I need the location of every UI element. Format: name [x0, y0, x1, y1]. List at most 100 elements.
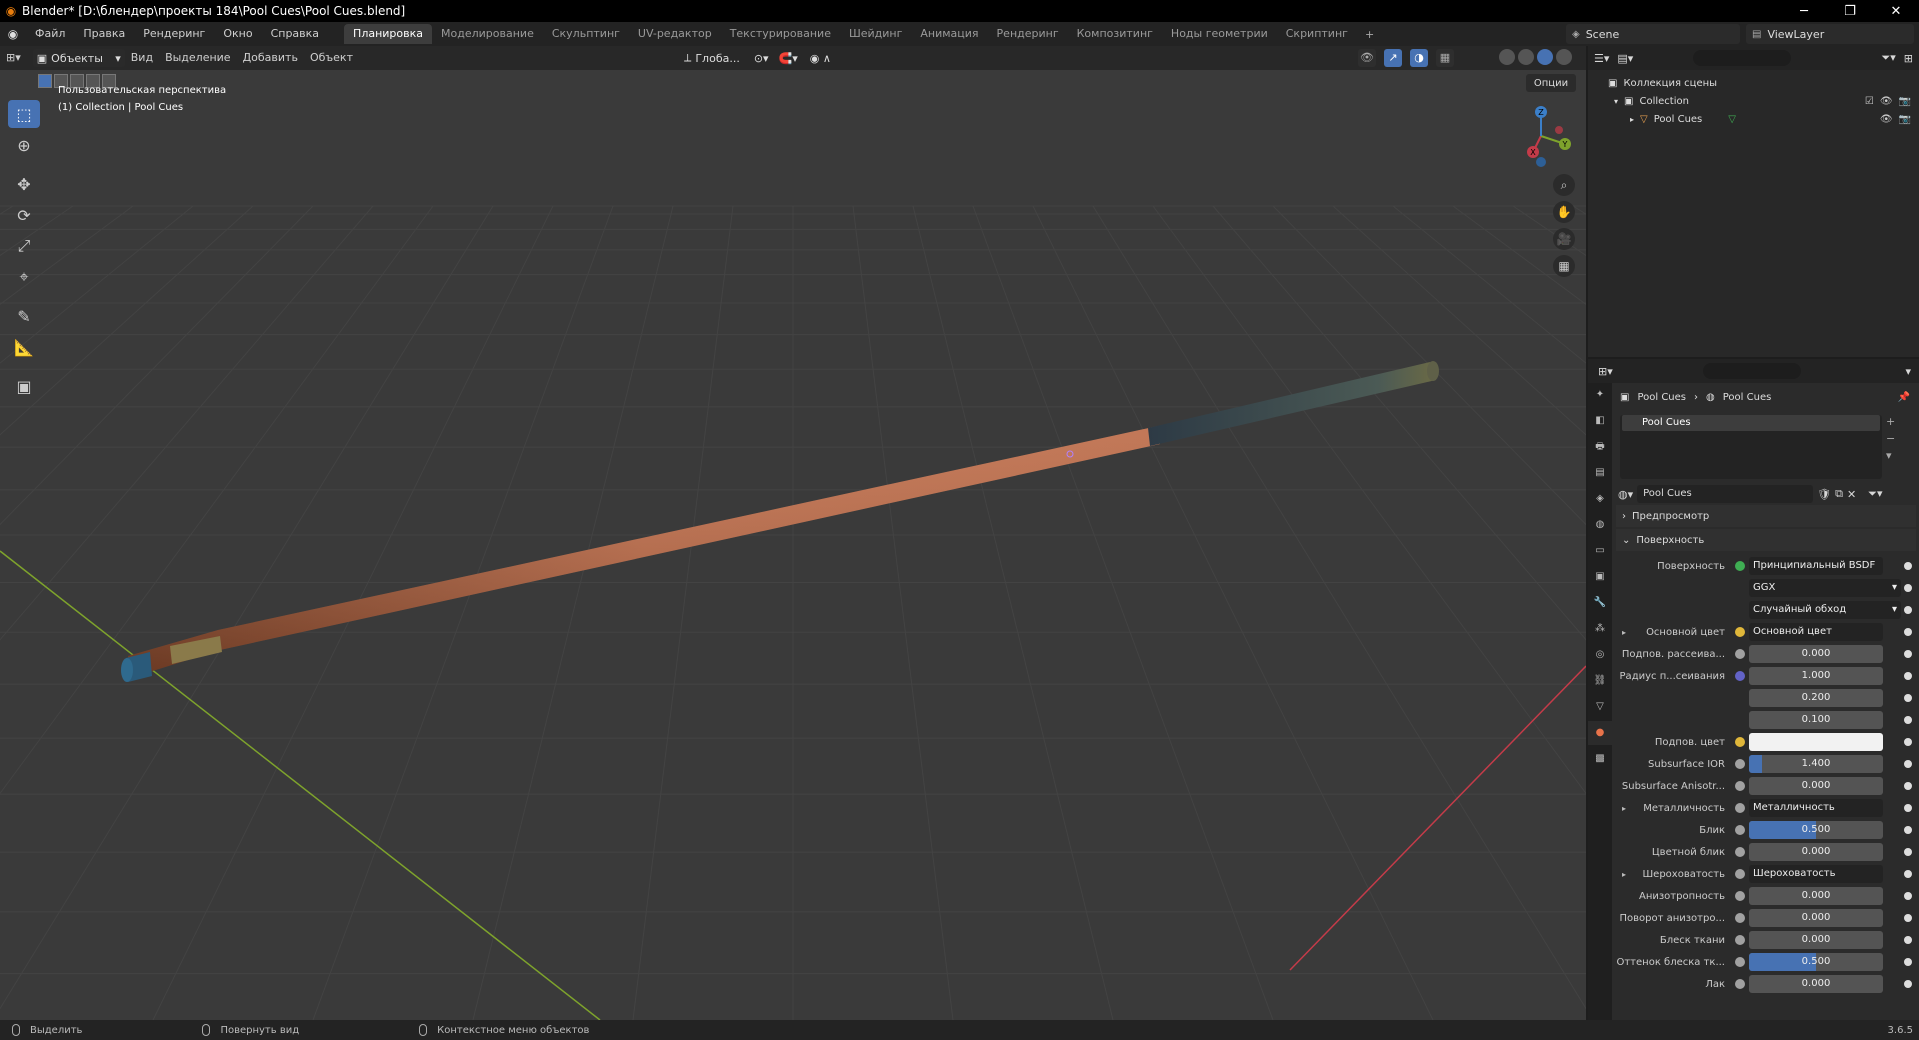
slot-menu-icon[interactable]: ▾: [1886, 449, 1895, 462]
blender-menu-icon[interactable]: ◉: [0, 27, 26, 41]
socket-icon[interactable]: [1735, 891, 1745, 901]
value-field[interactable]: 0.200: [1749, 689, 1883, 707]
keyframe-dot-icon[interactable]: [1904, 848, 1912, 856]
expand-arrow-icon[interactable]: ▾: [1614, 97, 1618, 106]
linked-input-field[interactable]: Основной цвет: [1749, 623, 1883, 641]
scene-collection-row[interactable]: ▣ Коллекция сцены: [1588, 74, 1919, 92]
solid-shading-icon[interactable]: [1518, 49, 1534, 65]
value-field[interactable]: 0.000: [1749, 777, 1883, 795]
select-box-tool-icon[interactable]: ⬚: [8, 100, 40, 128]
visibility-icon[interactable]: 👁: [1358, 49, 1376, 67]
zoom-icon[interactable]: ⌕: [1553, 174, 1575, 196]
collection-tab-icon[interactable]: ▭: [1588, 539, 1612, 563]
maximize-button[interactable]: ❐: [1827, 0, 1873, 22]
menu-window[interactable]: Окно: [214, 22, 261, 46]
add-slot-icon[interactable]: +: [1886, 415, 1895, 428]
socket-icon[interactable]: [1735, 627, 1745, 637]
value-field[interactable]: 0.000: [1749, 843, 1883, 861]
menu-help[interactable]: Справка: [262, 22, 328, 46]
node-link-icon[interactable]: ⏷▾: [1868, 487, 1882, 501]
annotate-tool-icon[interactable]: ✎: [8, 302, 40, 330]
socket-icon[interactable]: [1735, 737, 1745, 747]
value-field[interactable]: 0.000: [1749, 931, 1883, 949]
minimize-button[interactable]: ─: [1781, 0, 1827, 22]
navigation-gizmo[interactable]: X Y Z: [1506, 98, 1576, 168]
select-new-icon[interactable]: [38, 74, 52, 88]
move-tool-icon[interactable]: ✥: [8, 170, 40, 198]
expand-arrow-icon[interactable]: ▸: [1622, 870, 1626, 879]
eye-icon[interactable]: 👁: [1880, 96, 1893, 107]
editor-type-icon[interactable]: ⊞▾: [0, 46, 27, 70]
material-preview-shading-icon[interactable]: [1537, 49, 1553, 65]
socket-icon[interactable]: [1735, 957, 1745, 967]
keyframe-dot-icon[interactable]: [1904, 804, 1912, 812]
material-tab-icon[interactable]: ●: [1588, 721, 1612, 745]
add-cube-tool-icon[interactable]: ▣: [8, 372, 40, 400]
rotate-tool-icon[interactable]: ⟳: [8, 201, 40, 229]
keyframe-dot-icon[interactable]: [1904, 606, 1912, 614]
mesh-data-icon[interactable]: ▽: [1728, 114, 1736, 125]
options-button[interactable]: Опции: [1526, 74, 1576, 92]
transform-tool-icon[interactable]: ⌖: [8, 263, 40, 291]
filter-icon[interactable]: ⏷▾: [1881, 51, 1895, 65]
linked-input-field[interactable]: Металличность: [1749, 799, 1883, 817]
keyframe-dot-icon[interactable]: [1904, 694, 1912, 702]
view-layer-selector[interactable]: ▤ ViewLayer: [1746, 24, 1914, 44]
keyframe-dot-icon[interactable]: [1904, 892, 1912, 900]
display-mode-icon[interactable]: ▤▾: [1617, 52, 1633, 65]
camera-view-icon[interactable]: 🎥: [1553, 228, 1575, 250]
duplicate-material-icon[interactable]: ⧉: [1835, 487, 1843, 501]
properties-editor-type-icon[interactable]: ⊞▾: [1598, 365, 1613, 378]
physics-tab-icon[interactable]: ◎: [1588, 643, 1612, 667]
properties-search-input[interactable]: [1702, 363, 1801, 379]
keyframe-dot-icon[interactable]: [1904, 738, 1912, 746]
wireframe-shading-icon[interactable]: [1499, 49, 1515, 65]
socket-icon[interactable]: [1735, 869, 1745, 879]
keyframe-dot-icon[interactable]: [1904, 936, 1912, 944]
tab-compositing[interactable]: Композитинг: [1068, 24, 1162, 44]
tab-sculpting[interactable]: Скульптинг: [543, 24, 629, 44]
object-mode-dropdown[interactable]: ▣ Объекты ▾: [32, 49, 125, 67]
new-collection-icon[interactable]: ⊞: [1904, 52, 1913, 65]
proportional-edit-icon[interactable]: ◉ ∧: [810, 52, 831, 65]
constraints-tab-icon[interactable]: ⛓: [1588, 669, 1612, 693]
scene-tab-icon[interactable]: ◈: [1588, 487, 1612, 511]
material-name-field[interactable]: Pool Cues: [1637, 485, 1814, 503]
socket-icon[interactable]: [1735, 825, 1745, 835]
value-field[interactable]: 0.100: [1749, 711, 1883, 729]
pin-icon[interactable]: 📌: [1898, 392, 1910, 403]
view-layer-tab-icon[interactable]: ▤: [1588, 461, 1612, 485]
chevron-down-icon[interactable]: ▾: [1905, 365, 1911, 378]
surface-panel-header[interactable]: ⌄ Поверхность: [1616, 529, 1916, 551]
tab-uv-editing[interactable]: UV-редактор: [629, 24, 721, 44]
value-field[interactable]: 1.000: [1749, 667, 1883, 685]
keyframe-dot-icon[interactable]: [1904, 716, 1912, 724]
tab-geometry-nodes[interactable]: Ноды геометрии: [1162, 24, 1277, 44]
menu-select[interactable]: Выделение: [159, 46, 237, 70]
texture-tab-icon[interactable]: ▩: [1588, 747, 1612, 771]
keyframe-dot-icon[interactable]: [1904, 870, 1912, 878]
material-browse-icon[interactable]: ◍▾: [1618, 488, 1633, 501]
gizmo-toggle-icon[interactable]: ↗: [1384, 49, 1402, 67]
keyframe-dot-icon[interactable]: [1904, 980, 1912, 988]
tab-rendering[interactable]: Рендеринг: [988, 24, 1068, 44]
tool-tab-icon[interactable]: ✦: [1588, 383, 1612, 407]
object-row[interactable]: ▸ ▽ Pool Cues ▽ 👁 📷: [1588, 110, 1919, 128]
fake-user-icon[interactable]: 🛡: [1817, 488, 1831, 501]
tab-layout[interactable]: Планировка: [344, 24, 433, 44]
remove-slot-icon[interactable]: −: [1886, 432, 1895, 445]
tab-animation[interactable]: Анимация: [911, 24, 987, 44]
tab-modeling[interactable]: Моделирование: [432, 24, 543, 44]
value-field[interactable]: 0.500: [1749, 953, 1883, 971]
expand-arrow-icon[interactable]: ▸: [1622, 628, 1626, 637]
expand-arrow-icon[interactable]: ▸: [1622, 804, 1626, 813]
keyframe-dot-icon[interactable]: [1904, 958, 1912, 966]
object-tab-icon[interactable]: ▣: [1588, 565, 1612, 589]
cursor-tool-icon[interactable]: ⊕: [8, 131, 40, 159]
output-tab-icon[interactable]: 🖶: [1588, 435, 1612, 459]
particles-tab-icon[interactable]: ⁂: [1588, 617, 1612, 641]
socket-icon[interactable]: [1735, 671, 1745, 681]
value-field[interactable]: 1.400: [1749, 755, 1883, 773]
value-field[interactable]: 0.000: [1749, 975, 1883, 993]
menu-add[interactable]: Добавить: [237, 46, 304, 70]
